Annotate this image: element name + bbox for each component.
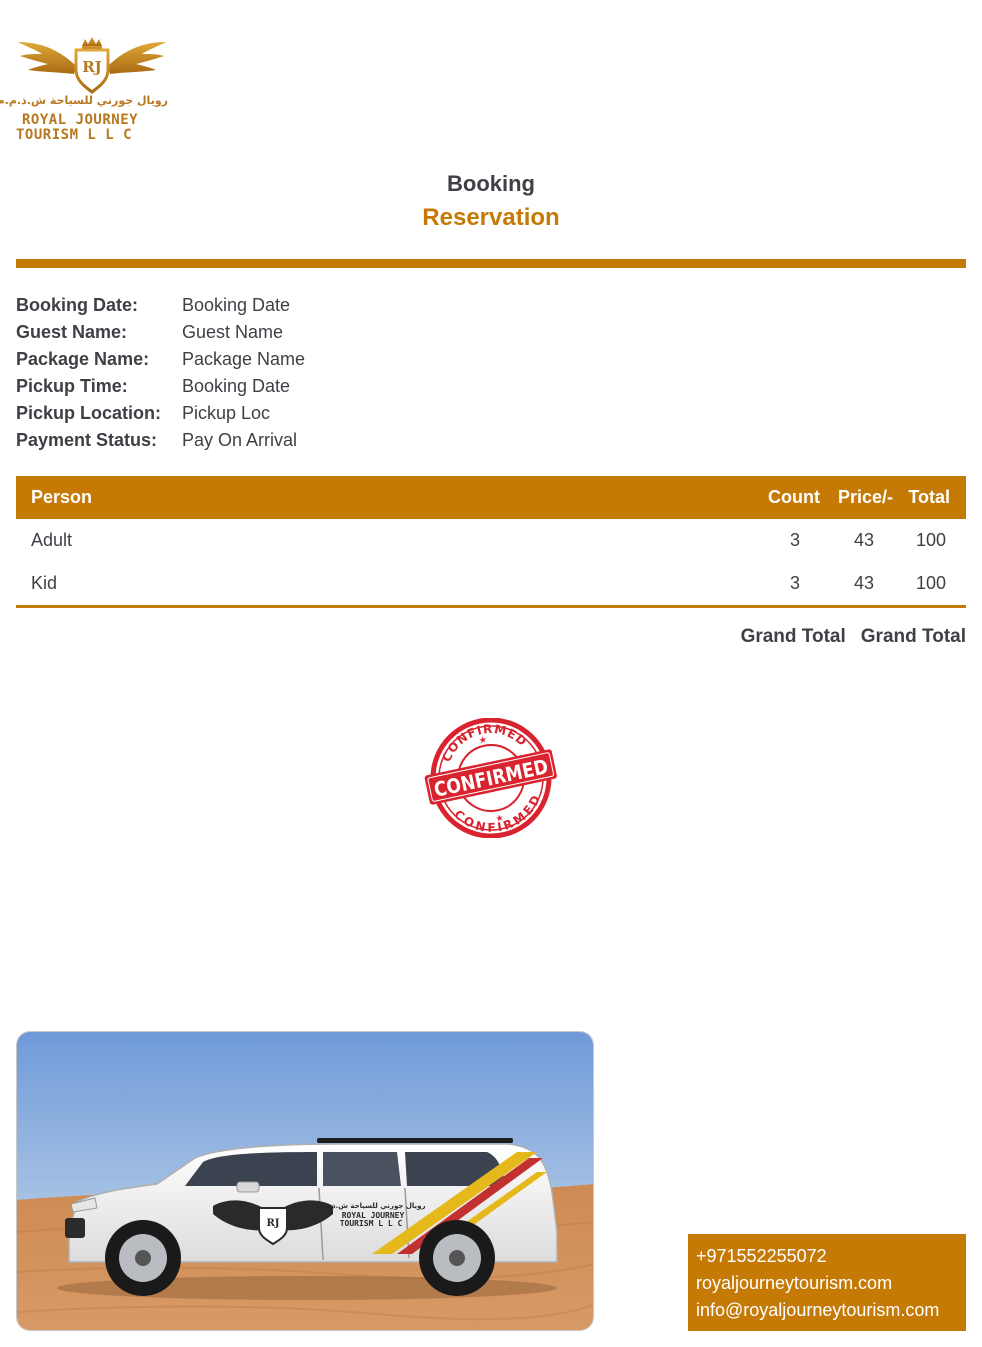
- column-header-count: Count: [768, 487, 820, 507]
- front-wheel: [105, 1220, 181, 1296]
- confirmed-stamp: CONFIRMED CONFIRMED ★ ★ CONFIRMED: [424, 713, 558, 843]
- detail-label: Booking Date:: [16, 295, 139, 315]
- contact-website[interactable]: royaljourneytourism.com: [696, 1270, 966, 1297]
- company-logo: RJ رويال جورني للسياحة ش.ذ.م.م ROYAL JOU…: [0, 36, 168, 144]
- detail-value: Guest Name: [182, 322, 284, 342]
- column-header-person: Person: [31, 487, 93, 507]
- detail-row-pickup-location: Pickup Location: Pickup Loc: [16, 400, 616, 427]
- door-monogram: RJ: [266, 1218, 279, 1229]
- detail-row-booking-date: Booking Date: Booking Date: [16, 292, 616, 319]
- door-arabic-text: رويال جورني للسياحة ش.ذ.م.م: [316, 1202, 425, 1210]
- column-header-total: Total: [908, 487, 950, 507]
- detail-value: Booking Date: [182, 376, 291, 396]
- rear-wheel: [419, 1220, 495, 1296]
- door-name-line2: TOURISM L L C: [340, 1219, 403, 1228]
- table-row: Kid 3 43 100: [16, 562, 966, 605]
- detail-label: Guest Name:: [16, 322, 128, 342]
- detail-value: Pickup Loc: [182, 403, 271, 423]
- detail-value: Package Name: [182, 349, 306, 369]
- vehicle-photo: RJ رويال جورني للسياحة ش.ذ.م.م ROYAL JOU…: [16, 1031, 594, 1331]
- cell-person: Adult: [31, 530, 73, 550]
- grand-total: Grand Total Grand Total: [741, 626, 966, 648]
- detail-label: Pickup Location:: [16, 403, 162, 423]
- logo-name-line2: TOURISM L L C: [16, 127, 133, 143]
- detail-value: Booking Date: [182, 295, 291, 315]
- detail-label: Pickup Time:: [16, 376, 128, 396]
- page-subtitle: Reservation: [422, 204, 560, 231]
- svg-text:★: ★: [495, 812, 505, 823]
- contact-box: +971552255072 royaljourneytourism.com in…: [688, 1234, 966, 1331]
- confirmed-stamp-icon: CONFIRMED CONFIRMED ★ ★ CONFIRMED: [424, 713, 557, 843]
- contact-phone[interactable]: +971552255072: [696, 1243, 966, 1270]
- table-bottom-rule: [16, 605, 966, 608]
- desert-vehicle-image: RJ رويال جورني للسياحة ش.ذ.م.م ROYAL JOU…: [17, 1032, 593, 1330]
- winged-crest-icon: RJ: [18, 37, 166, 94]
- grand-total-label: Grand Total: [740, 626, 846, 647]
- logo-name-line1: ROYAL JOURNEY: [22, 112, 139, 128]
- cell-total: 100: [915, 573, 946, 593]
- table-row: Adult 3 43 100: [16, 519, 966, 562]
- detail-row-package-name: Package Name: Package Name: [16, 346, 616, 373]
- logo-monogram: RJ: [82, 58, 102, 76]
- page-title: Booking: [447, 171, 535, 196]
- detail-label: Payment Status:: [16, 430, 158, 450]
- detail-row-payment-status: Payment Status: Pay On Arrival: [16, 427, 616, 454]
- table-header: Person Count Price/- Total: [16, 476, 966, 519]
- cell-person: Kid: [31, 573, 58, 593]
- booking-details: Booking Date: Booking Date Guest Name: Gue…: [16, 292, 616, 454]
- cell-total: 100: [915, 530, 946, 550]
- cell-count: 3: [789, 573, 800, 593]
- contact-email[interactable]: info@royaljourneytourism.com: [696, 1297, 966, 1324]
- detail-row-pickup-time: Pickup Time: Booking Date: [16, 373, 616, 400]
- detail-label: Package Name:: [16, 349, 150, 369]
- logo-arabic-name: رويال جورني للسياحة ش.ذ.م.م: [0, 94, 168, 107]
- cell-price: 43: [853, 530, 874, 550]
- cell-count: 3: [789, 530, 800, 550]
- pricing-table: Person Count Price/- Total Adult 3 43 10…: [16, 476, 966, 608]
- detail-row-guest-name: Guest Name: Guest Name: [16, 319, 616, 346]
- cell-price: 43: [853, 573, 874, 593]
- title-divider: [16, 259, 966, 268]
- grand-total-value: Grand Total: [860, 626, 966, 647]
- column-header-price: Price/-: [837, 487, 893, 507]
- detail-value: Pay On Arrival: [182, 430, 298, 450]
